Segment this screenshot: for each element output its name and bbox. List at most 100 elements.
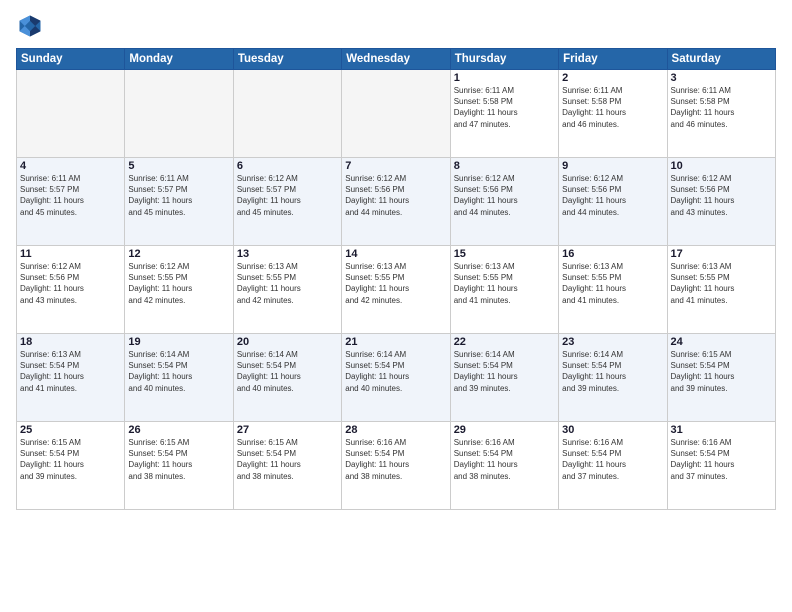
calendar-cell: 21Sunrise: 6:14 AM Sunset: 5:54 PM Dayli… bbox=[342, 334, 450, 422]
day-number: 31 bbox=[671, 424, 772, 436]
day-number: 28 bbox=[345, 424, 446, 436]
day-number: 2 bbox=[562, 72, 663, 84]
calendar-cell: 12Sunrise: 6:12 AM Sunset: 5:55 PM Dayli… bbox=[125, 246, 233, 334]
col-header-wednesday: Wednesday bbox=[342, 49, 450, 70]
calendar-cell: 26Sunrise: 6:15 AM Sunset: 5:54 PM Dayli… bbox=[125, 422, 233, 510]
calendar-cell: 18Sunrise: 6:13 AM Sunset: 5:54 PM Dayli… bbox=[17, 334, 125, 422]
calendar-table: SundayMondayTuesdayWednesdayThursdayFrid… bbox=[16, 48, 776, 510]
day-number: 5 bbox=[128, 160, 229, 172]
calendar-cell: 28Sunrise: 6:16 AM Sunset: 5:54 PM Dayli… bbox=[342, 422, 450, 510]
calendar-cell: 13Sunrise: 6:13 AM Sunset: 5:55 PM Dayli… bbox=[233, 246, 341, 334]
day-number: 18 bbox=[20, 336, 121, 348]
calendar-week-row: 4Sunrise: 6:11 AM Sunset: 5:57 PM Daylig… bbox=[17, 158, 776, 246]
calendar-cell: 11Sunrise: 6:12 AM Sunset: 5:56 PM Dayli… bbox=[17, 246, 125, 334]
calendar-header-row: SundayMondayTuesdayWednesdayThursdayFrid… bbox=[17, 49, 776, 70]
day-number: 12 bbox=[128, 248, 229, 260]
calendar-cell: 8Sunrise: 6:12 AM Sunset: 5:56 PM Daylig… bbox=[450, 158, 558, 246]
day-info: Sunrise: 6:12 AM Sunset: 5:56 PM Dayligh… bbox=[20, 261, 121, 306]
day-number: 17 bbox=[671, 248, 772, 260]
calendar-cell: 14Sunrise: 6:13 AM Sunset: 5:55 PM Dayli… bbox=[342, 246, 450, 334]
day-number: 21 bbox=[345, 336, 446, 348]
day-info: Sunrise: 6:13 AM Sunset: 5:55 PM Dayligh… bbox=[345, 261, 446, 306]
day-number: 10 bbox=[671, 160, 772, 172]
col-header-thursday: Thursday bbox=[450, 49, 558, 70]
col-header-monday: Monday bbox=[125, 49, 233, 70]
day-number: 24 bbox=[671, 336, 772, 348]
day-number: 19 bbox=[128, 336, 229, 348]
day-number: 9 bbox=[562, 160, 663, 172]
day-info: Sunrise: 6:11 AM Sunset: 5:58 PM Dayligh… bbox=[671, 85, 772, 130]
day-number: 22 bbox=[454, 336, 555, 348]
calendar-cell: 23Sunrise: 6:14 AM Sunset: 5:54 PM Dayli… bbox=[559, 334, 667, 422]
day-number: 29 bbox=[454, 424, 555, 436]
calendar-cell: 15Sunrise: 6:13 AM Sunset: 5:55 PM Dayli… bbox=[450, 246, 558, 334]
calendar-week-row: 25 Sunrise: 6:15 AM Sunset: 5:54 PM Dayli… bbox=[17, 422, 776, 510]
calendar-cell bbox=[17, 70, 125, 158]
calendar-cell: 20Sunrise: 6:14 AM Sunset: 5:54 PM Dayli… bbox=[233, 334, 341, 422]
page: SundayMondayTuesdayWednesdayThursdayFrid… bbox=[0, 0, 792, 612]
calendar-cell bbox=[125, 70, 233, 158]
logo-icon bbox=[16, 12, 44, 40]
calendar-week-row: 1Sunrise: 6:11 AM Sunset: 5:58 PM Daylig… bbox=[17, 70, 776, 158]
calendar-cell: 30Sunrise: 6:16 AM Sunset: 5:54 PM Dayli… bbox=[559, 422, 667, 510]
day-number: 7 bbox=[345, 160, 446, 172]
day-info: Sunrise: 6:12 AM Sunset: 5:56 PM Dayligh… bbox=[454, 173, 555, 218]
calendar-cell: 2Sunrise: 6:11 AM Sunset: 5:58 PM Daylig… bbox=[559, 70, 667, 158]
day-number: 16 bbox=[562, 248, 663, 260]
day-info: Sunrise: 6:13 AM Sunset: 5:55 PM Dayligh… bbox=[562, 261, 663, 306]
day-info: Sunrise: 6:14 AM Sunset: 5:54 PM Dayligh… bbox=[128, 349, 229, 394]
day-info: Sunrise: 6:11 AM Sunset: 5:57 PM Dayligh… bbox=[128, 173, 229, 218]
day-number: 25 bbox=[20, 424, 121, 436]
day-info: Sunrise: 6:13 AM Sunset: 5:54 PM Dayligh… bbox=[20, 349, 121, 394]
day-info: Sunrise: 6:12 AM Sunset: 5:56 PM Dayligh… bbox=[562, 173, 663, 218]
day-number: 15 bbox=[454, 248, 555, 260]
calendar-cell: 10Sunrise: 6:12 AM Sunset: 5:56 PM Dayli… bbox=[667, 158, 775, 246]
day-number: 23 bbox=[562, 336, 663, 348]
calendar-cell: 17Sunrise: 6:13 AM Sunset: 5:55 PM Dayli… bbox=[667, 246, 775, 334]
day-info: Sunrise: 6:11 AM Sunset: 5:57 PM Dayligh… bbox=[20, 173, 121, 218]
calendar-week-row: 18Sunrise: 6:13 AM Sunset: 5:54 PM Dayli… bbox=[17, 334, 776, 422]
calendar-cell: 25Sunrise: 6:15 AM Sunset: 5:54 PM Dayli… bbox=[17, 422, 125, 510]
calendar-cell: 5Sunrise: 6:11 AM Sunset: 5:57 PM Daylig… bbox=[125, 158, 233, 246]
day-number: 11 bbox=[20, 248, 121, 260]
day-info: Sunrise: 6:12 AM Sunset: 5:56 PM Dayligh… bbox=[671, 173, 772, 218]
day-number: 8 bbox=[454, 160, 555, 172]
calendar-cell: 6Sunrise: 6:12 AM Sunset: 5:57 PM Daylig… bbox=[233, 158, 341, 246]
day-info: Sunrise: 6:15 AM Sunset: 5:54 PM Dayligh… bbox=[237, 437, 338, 482]
col-header-saturday: Saturday bbox=[667, 49, 775, 70]
day-info: Sunrise: 6:12 AM Sunset: 5:55 PM Dayligh… bbox=[128, 261, 229, 306]
calendar-cell: 22Sunrise: 6:14 AM Sunset: 5:54 PM Dayli… bbox=[450, 334, 558, 422]
day-info: Sunrise: 6:12 AM Sunset: 5:57 PM Dayligh… bbox=[237, 173, 338, 218]
calendar-cell: 19Sunrise: 6:14 AM Sunset: 5:54 PM Dayli… bbox=[125, 334, 233, 422]
calendar-cell: 3Sunrise: 6:11 AM Sunset: 5:58 PM Daylig… bbox=[667, 70, 775, 158]
day-number: 13 bbox=[237, 248, 338, 260]
day-info: Sunrise: 6:14 AM Sunset: 5:54 PM Dayligh… bbox=[345, 349, 446, 394]
calendar-cell: 7Sunrise: 6:12 AM Sunset: 5:56 PM Daylig… bbox=[342, 158, 450, 246]
calendar-week-row: 11Sunrise: 6:12 AM Sunset: 5:56 PM Dayli… bbox=[17, 246, 776, 334]
calendar-cell bbox=[233, 70, 341, 158]
day-info: Sunrise: 6:16 AM Sunset: 5:54 PM Dayligh… bbox=[345, 437, 446, 482]
day-number: 6 bbox=[237, 160, 338, 172]
day-info: Sunrise: 6:13 AM Sunset: 5:55 PM Dayligh… bbox=[237, 261, 338, 306]
day-number: 3 bbox=[671, 72, 772, 84]
day-info: Sunrise: 6:13 AM Sunset: 5:55 PM Dayligh… bbox=[671, 261, 772, 306]
day-info: Sunrise: 6:15 AM Sunset: 5:54 PM Dayligh… bbox=[128, 437, 229, 482]
day-number: 26 bbox=[128, 424, 229, 436]
col-header-sunday: Sunday bbox=[17, 49, 125, 70]
day-info: Sunrise: 6:13 AM Sunset: 5:55 PM Dayligh… bbox=[454, 261, 555, 306]
day-info: Sunrise: 6:15 AM Sunset: 5:54 PM Dayligh… bbox=[671, 349, 772, 394]
day-info: Sunrise: 6:14 AM Sunset: 5:54 PM Dayligh… bbox=[237, 349, 338, 394]
day-info: Sunrise: 6:14 AM Sunset: 5:54 PM Dayligh… bbox=[562, 349, 663, 394]
day-number: 14 bbox=[345, 248, 446, 260]
day-number: 4 bbox=[20, 160, 121, 172]
calendar-cell: 31Sunrise: 6:16 AM Sunset: 5:54 PM Dayli… bbox=[667, 422, 775, 510]
day-info: Sunrise: 6:14 AM Sunset: 5:54 PM Dayligh… bbox=[454, 349, 555, 394]
day-info: Sunrise: 6:16 AM Sunset: 5:54 PM Dayligh… bbox=[562, 437, 663, 482]
calendar-cell: 16Sunrise: 6:13 AM Sunset: 5:55 PM Dayli… bbox=[559, 246, 667, 334]
calendar-cell bbox=[342, 70, 450, 158]
day-number: 20 bbox=[237, 336, 338, 348]
day-info: Sunrise: 6:11 AM Sunset: 5:58 PM Dayligh… bbox=[562, 85, 663, 130]
calendar-cell: 1Sunrise: 6:11 AM Sunset: 5:58 PM Daylig… bbox=[450, 70, 558, 158]
day-number: 30 bbox=[562, 424, 663, 436]
calendar-cell: 24Sunrise: 6:15 AM Sunset: 5:54 PM Dayli… bbox=[667, 334, 775, 422]
